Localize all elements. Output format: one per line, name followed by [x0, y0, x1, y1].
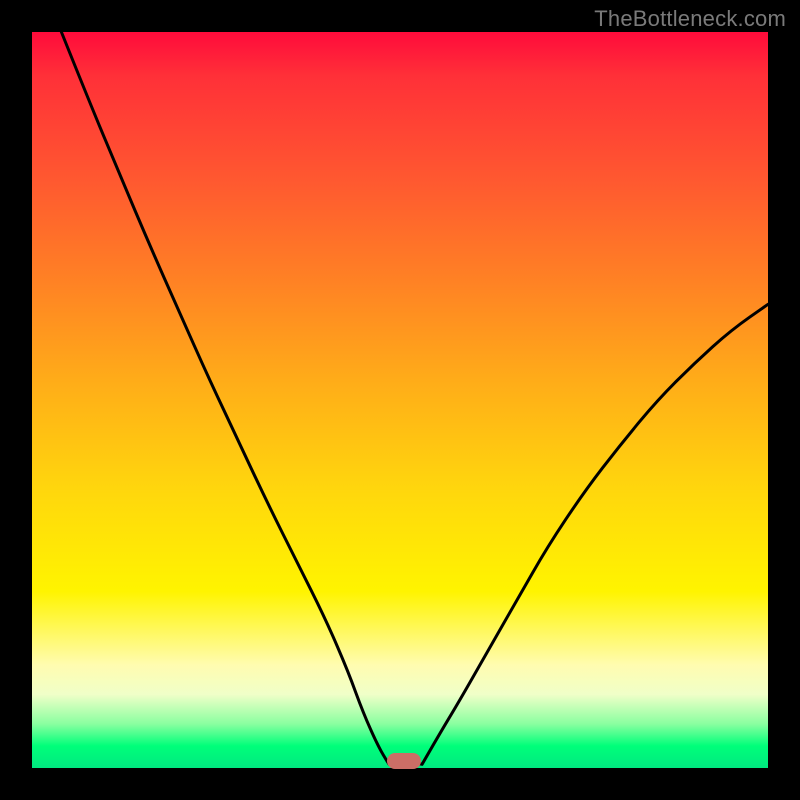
plot-area: [32, 32, 768, 768]
curve-right-branch: [422, 304, 768, 764]
bottleneck-curve: [32, 32, 768, 768]
bottleneck-marker: [387, 753, 421, 769]
watermark-text: TheBottleneck.com: [594, 6, 786, 32]
chart-frame: TheBottleneck.com: [0, 0, 800, 800]
curve-left-branch: [61, 32, 389, 764]
